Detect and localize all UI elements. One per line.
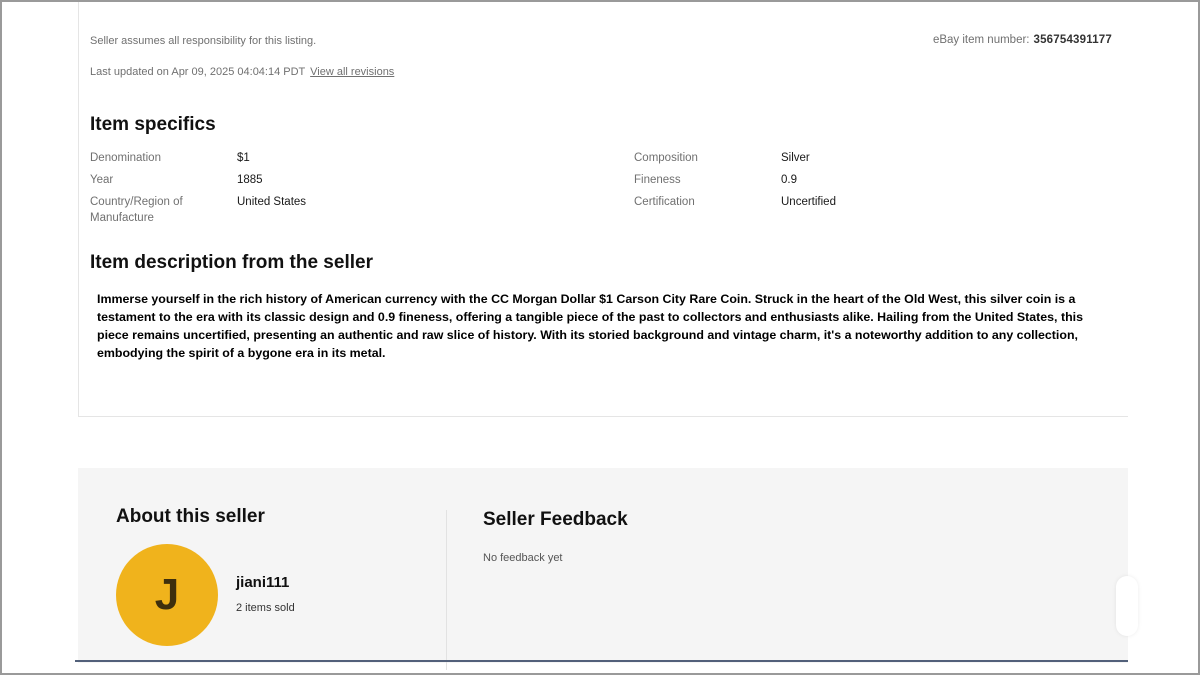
seller-responsibility-note: Seller assumes all responsibility for th… [90, 35, 317, 47]
about-seller-title: About this seller [116, 506, 265, 527]
spec-label-country: Country/Region of Manufacture [90, 196, 183, 224]
spec-label-fineness: Fineness [634, 174, 681, 186]
seller-name-link[interactable]: jiani111 [236, 574, 289, 591]
spec-value-country: United States [237, 196, 307, 208]
last-updated-text: Last updated on Apr 09, 2025 04:04:14 PD… [90, 66, 306, 78]
seller-panel: About this seller J jiani111 2 items sol… [78, 468, 1138, 670]
edge-scroll-handle[interactable] [1116, 576, 1138, 636]
last-updated-info: Last updated on Apr 09, 2025 04:04:14 PD… [90, 66, 394, 78]
no-feedback-text: No feedback yet [483, 552, 563, 564]
spec-value-certification: Uncertified [781, 196, 836, 208]
spec-label-certification: Certification [634, 196, 695, 208]
seller-panel-divider [446, 510, 447, 670]
item-number-label: eBay item number: [932, 34, 1030, 46]
page-frame: Seller assumes all responsibility for th… [0, 0, 1200, 675]
item-description-title: Item description from the seller [90, 252, 373, 273]
seller-items-sold: 2 items sold [236, 602, 295, 614]
spec-value-year: 1885 [237, 174, 263, 186]
item-description-text: Immerse yourself in the rich history of … [97, 292, 1083, 360]
view-all-revisions-link[interactable]: View all revisions [310, 66, 394, 78]
item-specifics-title: Item specifics [90, 114, 216, 135]
avatar-letter: J [154, 570, 180, 619]
spec-value-fineness: 0.9 [781, 174, 797, 186]
item-number-value: 356754391177 [1033, 34, 1112, 46]
seller-feedback-title: Seller Feedback [483, 509, 628, 530]
spec-value-composition: Silver [781, 152, 810, 164]
spec-label-year: Year [90, 174, 114, 186]
spec-label-denomination: Denomination [90, 152, 161, 164]
seller-avatar[interactable]: J [116, 544, 218, 646]
ebay-item-number: eBay item number: 356754391177 [933, 34, 1112, 46]
spec-value-denomination: $1 [237, 152, 250, 164]
spec-label-composition: Composition [634, 152, 698, 164]
bottom-divider-line [75, 660, 1128, 662]
